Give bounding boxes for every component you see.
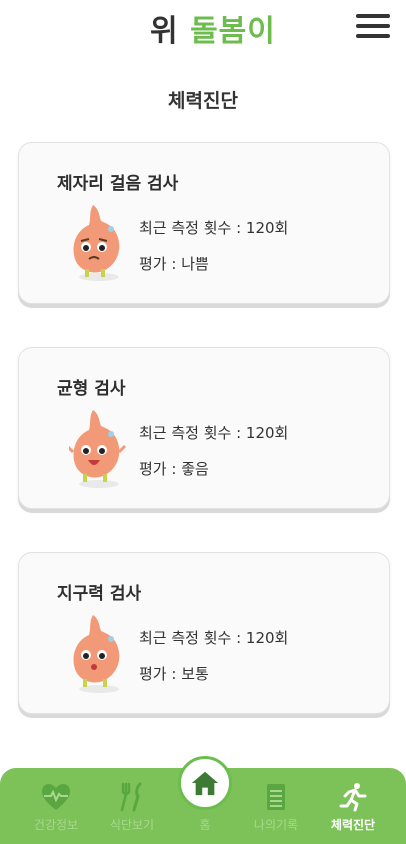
bottom-navbar: 건강정보 식단보기 홈 나의기록 체력진단 [0,756,406,844]
rating-text: 평가 : 보통 [139,665,209,683]
nav-label-fitness: 체력진단 [330,818,376,832]
recent-count-text: 최근 측정 횟수 : 120회 [139,629,289,647]
test-card-endurance[interactable]: 지구력 검사 최근 측정 횟수 : 120회 평가 : 보통 [18,552,390,714]
app-header: 위 돌봄이 [0,0,406,56]
nav-label-diet: 식단보기 [109,818,155,832]
nav-label-home: 홈 [199,818,211,832]
nav-item-fitness[interactable]: 체력진단 [313,782,393,833]
recent-count-text: 최근 측정 횟수 : 120회 [139,219,289,237]
nav-item-health[interactable]: 건강정보 [16,782,96,833]
logo-text-part2: 돌봄이 [190,14,276,49]
hamburger-menu-icon[interactable] [356,14,390,40]
nav-label-records: 나의기록 [253,818,299,832]
page-title: 체력진단 [168,90,238,112]
test-card-balance[interactable]: 균형 검사 최근 측정 횟수 : 120회 평가 : 좋음 [18,347,390,509]
nav-label-health: 건강정보 [33,818,79,832]
test-card-stepping[interactable]: 제자리 걸음 검사 최근 측정 횟수 : 120회 평가 : 나쁨 [18,142,390,304]
nav-item-diet[interactable]: 식단보기 [92,782,172,833]
neutral-stomach-mascot-icon [73,615,120,693]
app-logo: 위 돌봄이 [150,6,276,50]
recent-count-text: 최근 측정 횟수 : 120회 [139,424,289,442]
logo-text-part1: 위 [150,14,179,49]
running-person-icon [339,783,367,812]
notebook-icon [267,784,285,810]
heart-pulse-icon [42,784,70,810]
fork-knife-icon [120,782,142,812]
rating-text: 평가 : 좋음 [139,460,209,478]
card-title: 제자리 걸음 검사 [57,174,179,194]
card-title: 지구력 검사 [57,584,142,604]
rating-text: 평가 : 나쁨 [139,255,209,273]
home-icon [191,771,219,796]
card-title: 균형 검사 [57,379,126,399]
happy-stomach-mascot-icon [69,410,127,488]
nav-home-button[interactable] [178,756,232,810]
sad-stomach-mascot-icon [73,205,120,281]
nav-item-records[interactable]: 나의기록 [236,782,316,833]
